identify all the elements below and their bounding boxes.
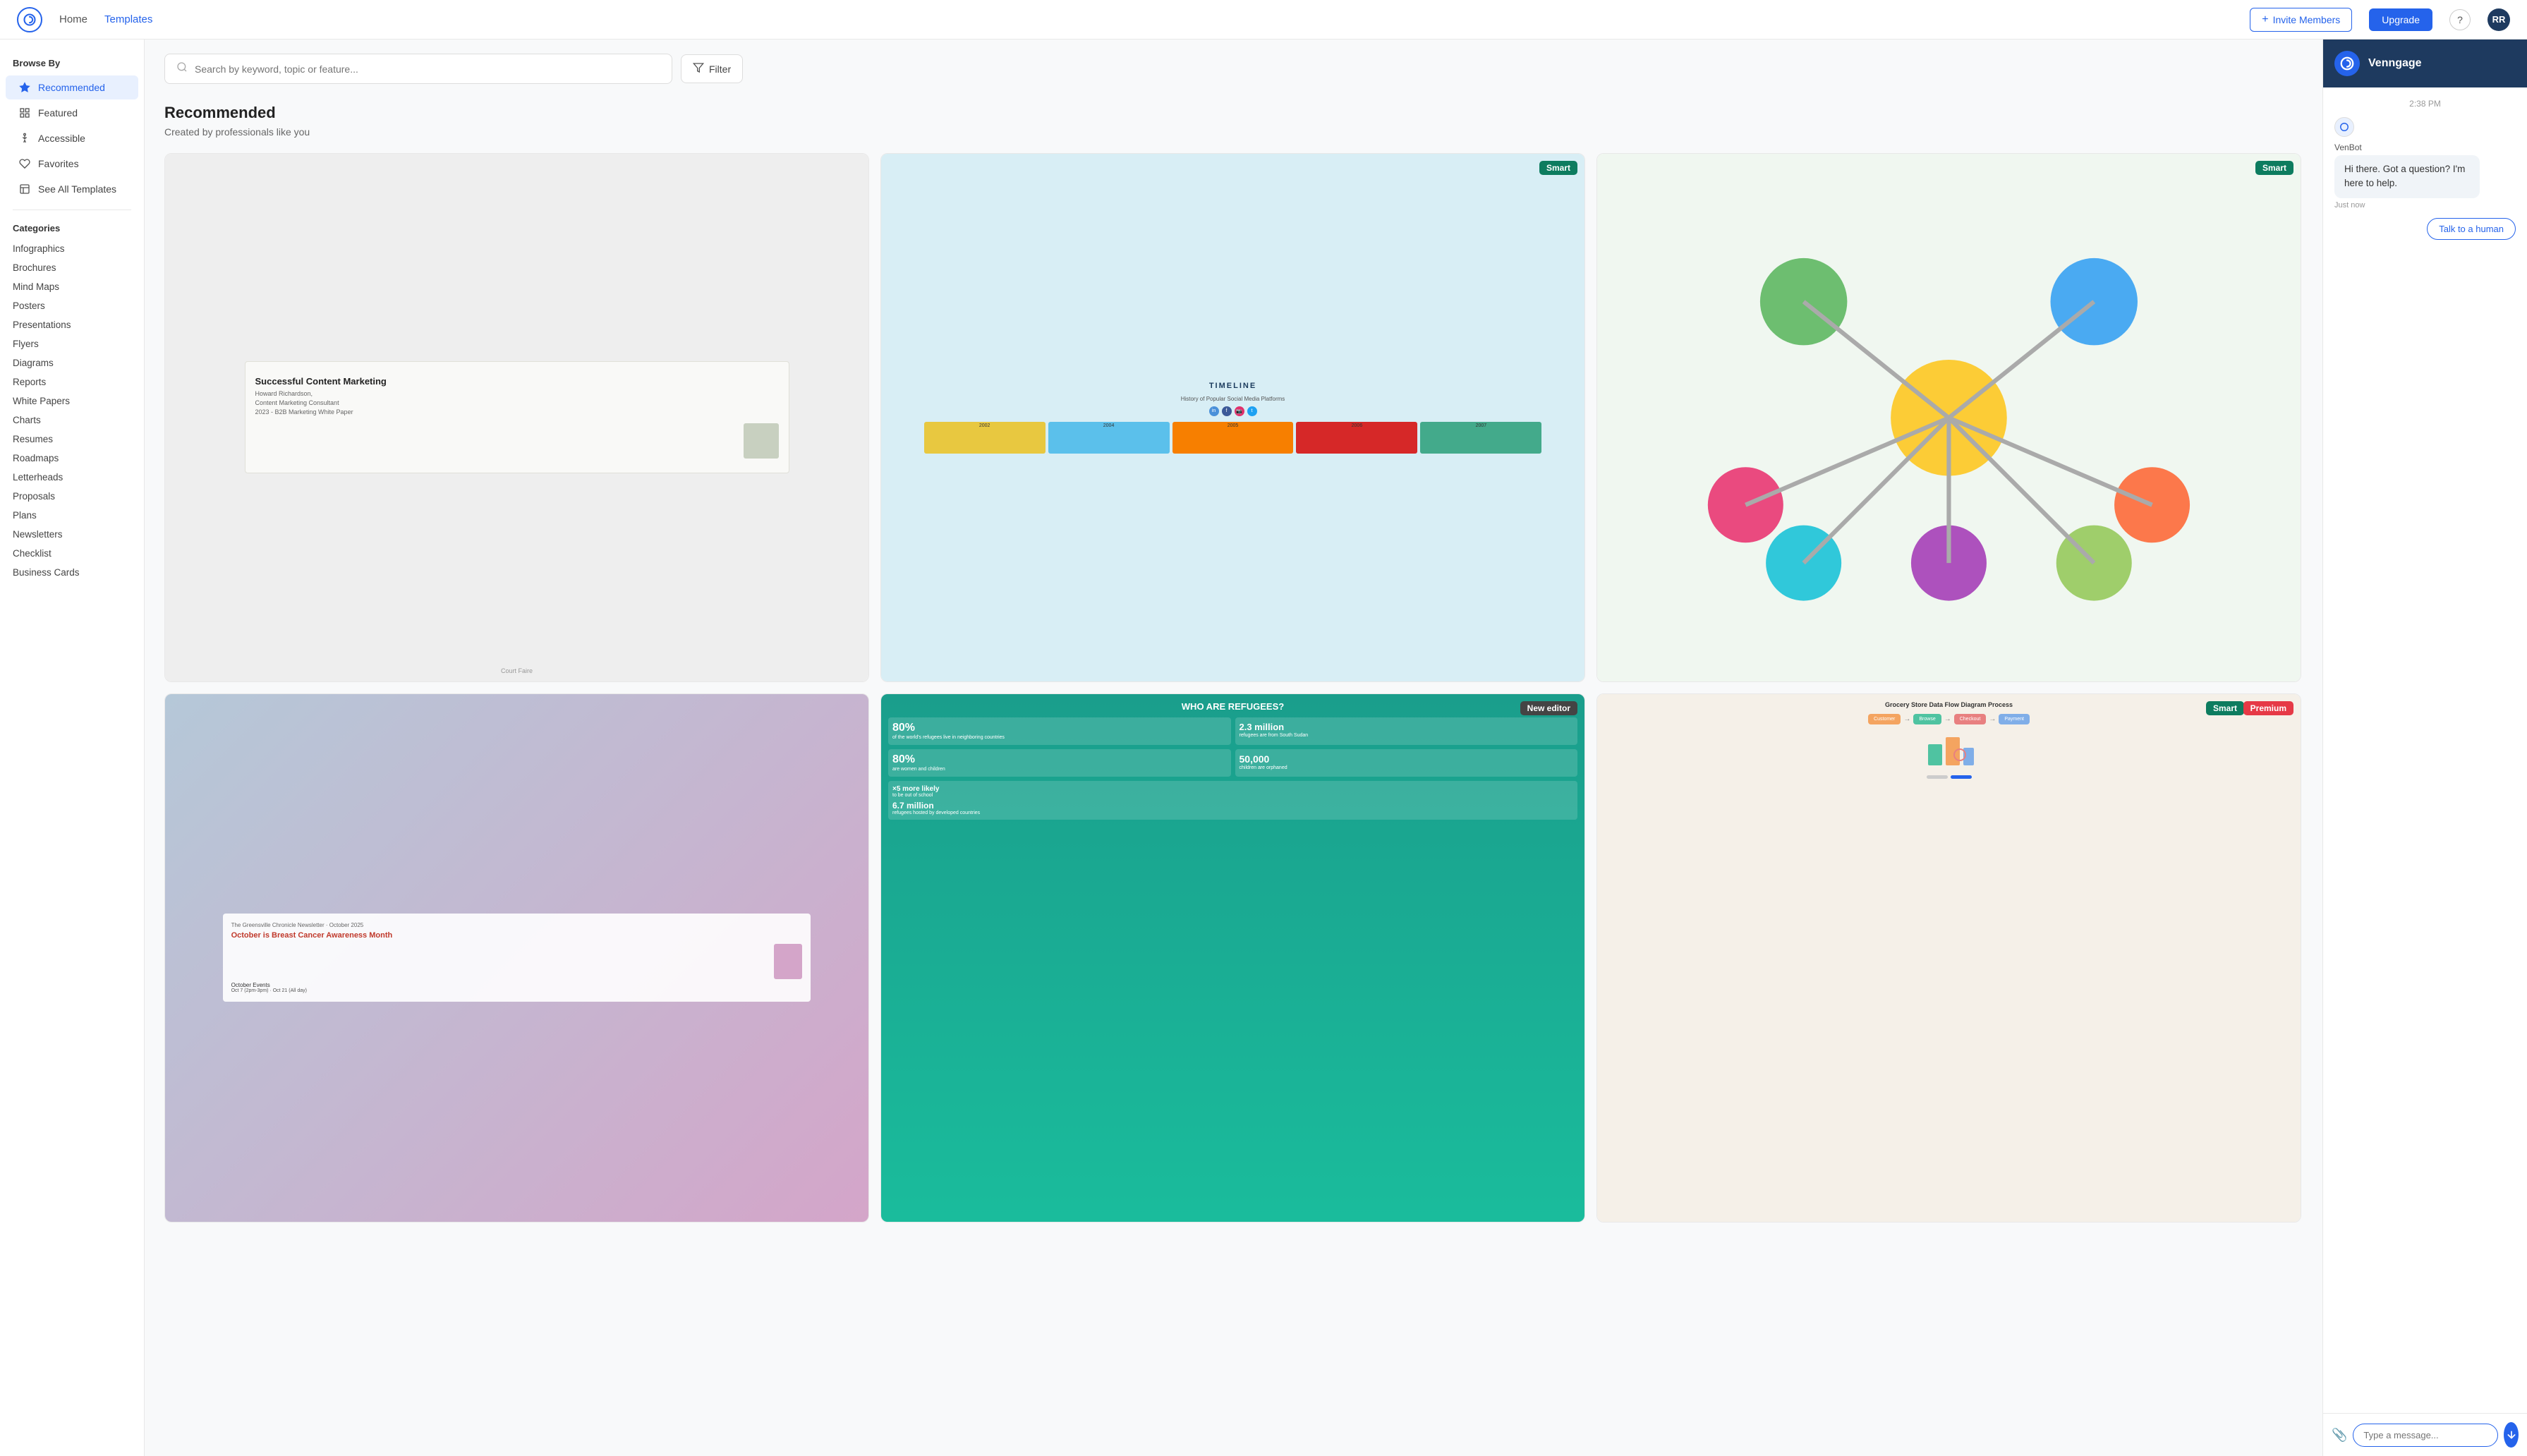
section-subtitle: Created by professionals like you bbox=[164, 126, 2301, 138]
cat-charts[interactable]: Charts bbox=[0, 411, 144, 430]
upgrade-button[interactable]: Upgrade bbox=[2369, 8, 2432, 31]
sidebar-item-see-all[interactable]: See All Templates bbox=[6, 177, 138, 201]
cat-presentations[interactable]: Presentations bbox=[0, 315, 144, 334]
badge-smart-3: Smart bbox=[2255, 161, 2293, 175]
chat-timestamp: Just now bbox=[2334, 201, 2516, 210]
cat-plans[interactable]: Plans bbox=[0, 506, 144, 525]
search-bar-wrap: Filter bbox=[164, 54, 2301, 84]
help-button[interactable]: ? bbox=[2449, 9, 2471, 30]
cat-letterheads[interactable]: Letterheads bbox=[0, 468, 144, 487]
browse-by-title: Browse By bbox=[0, 54, 144, 75]
invite-members-button[interactable]: + Invite Members bbox=[2250, 8, 2352, 32]
filter-button[interactable]: Filter bbox=[681, 54, 743, 83]
cat-diagrams[interactable]: Diagrams bbox=[0, 353, 144, 372]
chat-title: Venngage bbox=[2368, 57, 2422, 70]
badge-new-editor-5: New editor bbox=[1520, 701, 1577, 715]
chat-input[interactable] bbox=[2353, 1424, 2498, 1447]
sidebar-item-recommended[interactable]: Recommended bbox=[6, 75, 138, 99]
content-area: Filter Recommended Created by profession… bbox=[145, 40, 2527, 1456]
grid-icon bbox=[18, 107, 31, 119]
chat-message-bubble: Hi there. Got a question? I'm here to he… bbox=[2334, 155, 2480, 198]
template-card-6[interactable]: Grocery Store Data Flow Diagram Process … bbox=[1596, 693, 2301, 1223]
sidebar: Browse By Recommended Featured bbox=[0, 40, 145, 1456]
chat-time: 2:38 PM bbox=[2334, 99, 2516, 109]
chat-avatar-dots bbox=[2334, 117, 2516, 137]
cat-brochures[interactable]: Brochures bbox=[0, 258, 144, 277]
talk-to-human-button[interactable]: Talk to a human bbox=[2427, 218, 2516, 240]
chat-body: 2:38 PM VenBot Hi there. Got a question?… bbox=[2323, 87, 2527, 1413]
nav-home[interactable]: Home bbox=[59, 13, 87, 25]
main-layout: Browse By Recommended Featured bbox=[0, 40, 2527, 1456]
badge-smart-2: Smart bbox=[1539, 161, 1577, 175]
slide-indicator bbox=[1927, 775, 1972, 779]
cat-infographics[interactable]: Infographics bbox=[0, 239, 144, 258]
avatar[interactable]: RR bbox=[2487, 8, 2510, 31]
cat-newsletters[interactable]: Newsletters bbox=[0, 525, 144, 544]
chat-logo bbox=[2334, 51, 2360, 76]
sidebar-label-featured: Featured bbox=[38, 107, 78, 119]
cat-roadmaps[interactable]: Roadmaps bbox=[0, 449, 144, 468]
sidebar-label-see-all: See All Templates bbox=[38, 183, 116, 195]
chat-widget: Venngage 2:38 PM VenBot Hi there. Got a … bbox=[2322, 40, 2527, 1456]
cat-flyers[interactable]: Flyers bbox=[0, 334, 144, 353]
cat-proposals[interactable]: Proposals bbox=[0, 487, 144, 506]
chat-send-button[interactable] bbox=[2504, 1422, 2519, 1448]
sidebar-label-favorites: Favorites bbox=[38, 158, 79, 169]
search-icon bbox=[176, 61, 188, 76]
cat-business-cards[interactable]: Business Cards bbox=[0, 563, 144, 582]
sidebar-item-accessible[interactable]: Accessible bbox=[6, 126, 138, 150]
templates-icon bbox=[18, 183, 31, 195]
nav-links: Home Templates bbox=[59, 13, 152, 25]
cat-reports[interactable]: Reports bbox=[0, 372, 144, 392]
star-icon bbox=[18, 81, 31, 94]
template-grid: Successful Content Marketing Howard Rich… bbox=[164, 153, 2301, 1223]
sidebar-item-featured[interactable]: Featured bbox=[6, 101, 138, 125]
section-title: Recommended bbox=[164, 104, 2301, 122]
cat-checklist[interactable]: Checklist bbox=[0, 544, 144, 563]
filter-icon bbox=[693, 62, 704, 75]
nav-templates[interactable]: Templates bbox=[104, 13, 152, 25]
template-card-4[interactable]: The Greensville Chronicle Newsletter · O… bbox=[164, 693, 869, 1223]
cat-white-papers[interactable]: White Papers bbox=[0, 392, 144, 411]
attach-icon[interactable]: 📎 bbox=[2332, 1428, 2347, 1443]
accessible-icon bbox=[18, 132, 31, 145]
chat-sender-name: VenBot bbox=[2334, 142, 2516, 152]
template-card-3[interactable]: Smart bbox=[1596, 153, 2301, 682]
plus-icon: + bbox=[2262, 13, 2268, 26]
heart-icon bbox=[18, 157, 31, 170]
sidebar-label-recommended: Recommended bbox=[38, 82, 105, 93]
badge-smart-6: Smart bbox=[2206, 701, 2244, 715]
cat-mind-maps[interactable]: Mind Maps bbox=[0, 277, 144, 296]
cat-posters[interactable]: Posters bbox=[0, 296, 144, 315]
chat-message-group: VenBot Hi there. Got a question? I'm her… bbox=[2334, 117, 2516, 210]
template-card-1[interactable]: Successful Content Marketing Howard Rich… bbox=[164, 153, 869, 682]
categories-title: Categories bbox=[0, 219, 144, 239]
template-card-5[interactable]: WHO ARE REFUGEES? 80% of the world's ref… bbox=[880, 693, 1585, 1223]
search-bar[interactable] bbox=[164, 54, 672, 84]
chat-footer: 📎 bbox=[2323, 1413, 2527, 1456]
topnav: Home Templates + Invite Members Upgrade … bbox=[0, 0, 2527, 40]
chat-header: Venngage bbox=[2323, 40, 2527, 87]
template-card-2[interactable]: TIMELINE History of Popular Social Media… bbox=[880, 153, 1585, 682]
badge-premium-6: Premium bbox=[2243, 701, 2293, 715]
slide-dot-5 bbox=[1951, 775, 1972, 779]
logo[interactable] bbox=[17, 7, 42, 32]
sidebar-item-favorites[interactable]: Favorites bbox=[6, 152, 138, 176]
slide-dot-4 bbox=[1927, 775, 1948, 779]
cat-resumes[interactable]: Resumes bbox=[0, 430, 144, 449]
sidebar-label-accessible: Accessible bbox=[38, 133, 85, 144]
search-input[interactable] bbox=[195, 63, 660, 75]
